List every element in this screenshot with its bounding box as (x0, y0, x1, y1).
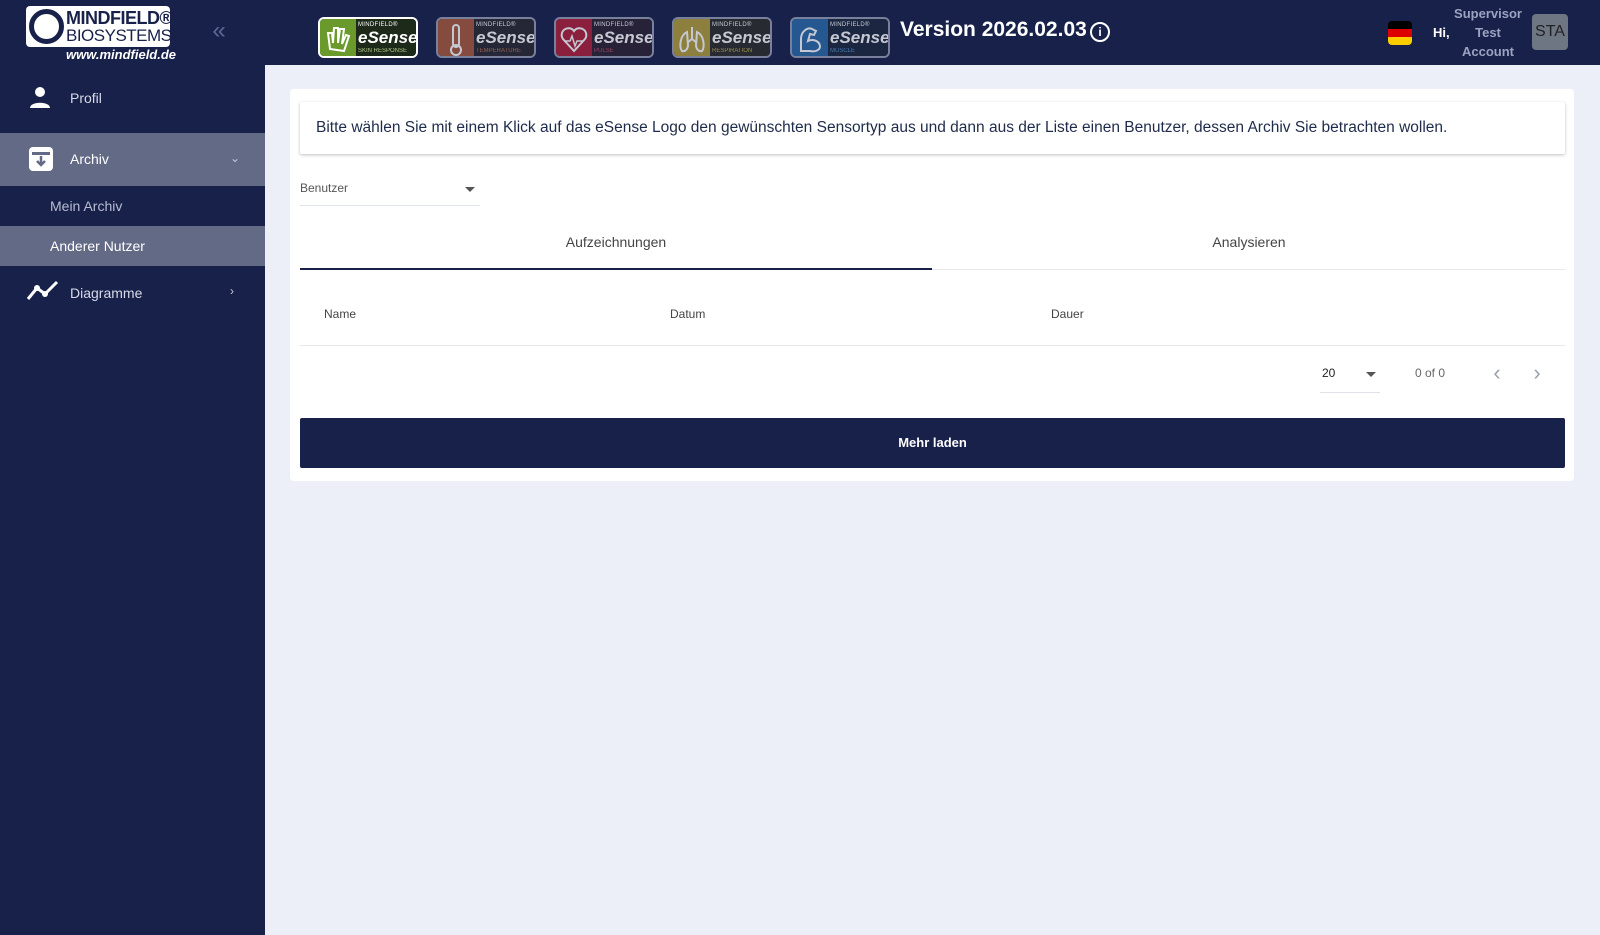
tab-bar: Aufzeichnungen Analysieren (300, 229, 1565, 270)
sensor-temperature-button[interactable]: MINDFIELD® eSense TEMPERATURE (436, 17, 536, 58)
instruction-box: Bitte wählen Sie mit einem Klick auf das… (300, 102, 1565, 154)
user-select-placeholder: Benutzer (300, 181, 349, 195)
tab-recordings[interactable]: Aufzeichnungen (300, 229, 932, 270)
load-more-button[interactable]: Mehr laden (300, 418, 1565, 468)
user-name-line1: Supervisor (1454, 6, 1522, 21)
person-icon (28, 85, 52, 114)
sidebar-item-label: Profil (70, 90, 102, 106)
sensor-name: eSense (594, 28, 654, 47)
user-name: Supervisor Test Account (1448, 4, 1528, 61)
version-label: Version 2026.02.03 (900, 18, 1087, 41)
sidebar-subitem-other-user[interactable]: Anderer Nutzer (0, 226, 265, 266)
mindfield-logo[interactable]: MINDFIELD® BIOSYSTEMS www.mindfield.de (26, 6, 176, 62)
column-header-date[interactable]: Datum (670, 307, 705, 321)
info-icon[interactable]: i (1090, 22, 1110, 42)
chevron-right-icon[interactable]: › (1527, 362, 1547, 385)
double-chevron-left-icon[interactable]: « (206, 19, 232, 46)
sensor-name: eSense (358, 28, 418, 47)
user-name-line3: Account (1462, 44, 1514, 59)
chevron-left-icon[interactable]: ‹ (1487, 362, 1507, 385)
logo-badge: MINDFIELD® BIOSYSTEMS (26, 6, 173, 47)
german-flag-icon[interactable] (1388, 21, 1412, 45)
caret-down-icon (465, 187, 475, 192)
sensor-sub: PULSE (594, 48, 614, 54)
sensor-sub: RESPIRATION (712, 48, 753, 54)
tab-analyze[interactable]: Analysieren (933, 229, 1565, 270)
sensor-skin-response-button[interactable]: MINDFIELD® eSense SKIN RESPONSE (318, 17, 418, 58)
sensor-sub: MUSCLE (830, 48, 856, 54)
sidebar: Profil Archiv ⌄ Mein Archiv Anderer Nutz… (0, 65, 265, 935)
sidebar-subitem-label: Mein Archiv (50, 198, 123, 214)
logo-line2: BIOSYSTEMS (66, 26, 172, 45)
sidebar-item-profile[interactable]: Profil (0, 73, 265, 123)
sensor-name: eSense (830, 28, 890, 47)
thermometer-icon (438, 19, 474, 56)
chevron-down-icon: ⌄ (230, 151, 241, 165)
lungs-icon (674, 19, 710, 56)
head-icon (29, 9, 64, 44)
heart-pulse-icon (556, 19, 592, 56)
page-size-value: 20 (1322, 366, 1336, 380)
top-header: MINDFIELD® BIOSYSTEMS www.mindfield.de «… (0, 0, 1600, 65)
sensor-sub: SKIN RESPONSE (358, 48, 408, 54)
arm-muscle-icon (792, 19, 828, 56)
sensor-muscle-button[interactable]: MINDFIELD® eSense MUSCLE (790, 17, 890, 58)
sensor-pulse-button[interactable]: MINDFIELD® eSense PULSE (554, 17, 654, 58)
hand-icon (320, 19, 356, 56)
sidebar-subitem-label: Anderer Nutzer (50, 238, 145, 254)
user-select[interactable]: Benutzer (300, 177, 480, 206)
caret-down-icon (1366, 372, 1376, 377)
line-chart-icon (26, 279, 60, 308)
sidebar-subitem-my-archive[interactable]: Mein Archiv (0, 186, 265, 226)
table-header: Name Datum Dauer (300, 294, 1565, 346)
pagination: 20 0 of 0 ‹ › (290, 362, 1574, 395)
archive-icon (28, 146, 54, 177)
archive-card: Bitte wählen Sie mit einem Klick auf das… (290, 89, 1574, 481)
sensor-name: eSense (476, 28, 536, 47)
sidebar-item-label: Diagramme (70, 285, 143, 301)
sidebar-item-label: Archiv (70, 151, 109, 167)
sidebar-item-charts[interactable]: Diagramme › (0, 267, 265, 317)
sensor-sub: TEMPERATURE (476, 48, 521, 54)
sensor-name: eSense (712, 28, 772, 47)
page-range: 0 of 0 (1415, 366, 1446, 380)
sensor-respiration-button[interactable]: MINDFIELD® eSense RESPIRATION (672, 17, 772, 58)
chevron-right-icon: › (230, 284, 234, 298)
avatar[interactable]: STA (1532, 14, 1568, 50)
logo-url: www.mindfield.de (66, 47, 177, 62)
user-name-line2: Test (1475, 25, 1501, 40)
column-header-name[interactable]: Name (324, 307, 356, 321)
sidebar-item-archive[interactable]: Archiv ⌄ (0, 133, 265, 186)
instruction-text: Bitte wählen Sie mit einem Klick auf das… (316, 119, 1448, 136)
page-size-select[interactable]: 20 (1320, 365, 1380, 393)
column-header-duration[interactable]: Dauer (1051, 307, 1084, 321)
